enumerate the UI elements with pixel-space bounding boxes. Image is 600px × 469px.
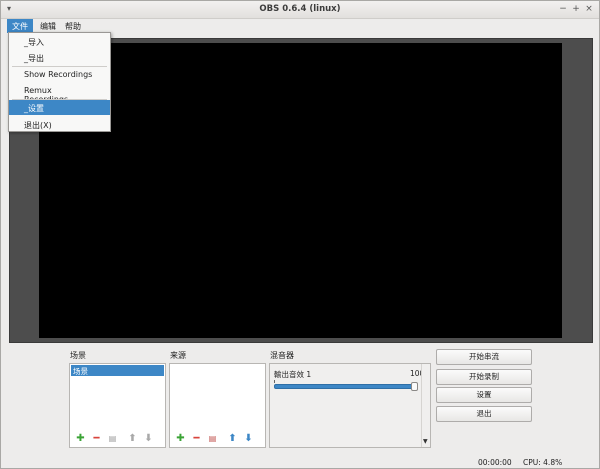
start-recording-button[interactable]: 开始录制 [436,369,532,385]
scene-move-up-icon[interactable]: ⬆ [127,433,138,444]
sources-label: 来源 [170,351,186,360]
status-cpu: CPU: 4.8% [523,458,563,467]
mixer-panel: 輸出音效 1 100 ▼ [269,363,431,448]
sources-panel: ✚ ━ ▤ ⬆ ⬇ [169,363,266,448]
scene-move-down-icon[interactable]: ⬇ [143,433,154,444]
add-scene-icon[interactable]: ✚ [75,433,86,444]
window-title: OBS 0.6.4 (linux) [259,4,341,14]
scroll-down-icon[interactable]: ▼ [423,438,428,445]
menu-item-show-recordings[interactable]: Show Recordings [9,67,110,82]
file-menu-dropdown: _导入 _导出 Show Recordings Remux Recordings… [8,32,111,132]
title-bar: ▾ OBS 0.6.4 (linux) − + × [1,1,599,19]
menu-edit[interactable]: 编辑 [35,19,61,33]
menu-item-import[interactable]: _导入 [9,34,110,49]
menu-item-settings[interactable]: _设置 [9,100,110,115]
menu-item-export[interactable]: _导出 [9,50,110,65]
add-source-icon[interactable]: ✚ [175,433,186,444]
obs-window: ▾ OBS 0.6.4 (linux) − + × 文件 编辑 帮助 _导入 _… [0,0,600,469]
mixer-scrollbar[interactable]: ▼ [421,364,430,447]
source-move-down-icon[interactable]: ⬇ [243,433,254,444]
settings-button[interactable]: 设置 [436,387,532,403]
minimize-button[interactable]: − [557,3,569,15]
preview-canvas[interactable] [39,43,562,338]
volume-slider-handle[interactable] [411,382,418,391]
source-move-up-icon[interactable]: ⬆ [227,433,238,444]
mixer-label: 混音器 [270,351,294,360]
exit-button[interactable]: 退出 [436,406,532,422]
scene-list-item[interactable]: 场景 [71,365,164,376]
status-time: 00:00:00 [478,458,512,467]
scene-properties-icon[interactable]: ▤ [107,433,118,444]
menu-item-exit[interactable]: 退出(X) [9,117,110,132]
start-streaming-button[interactable]: 开始串流 [436,349,532,365]
scenes-toolbar: ✚ ━ ▤ ⬆ ⬇ [70,433,165,447]
source-properties-icon[interactable]: ▤ [207,433,218,444]
menu-help[interactable]: 帮助 [60,19,86,33]
menu-file[interactable]: 文件 [7,19,33,33]
scenes-label: 场景 [70,351,86,360]
volume-tick [274,380,275,383]
menu-item-remux-recordings[interactable]: Remux Recordings [9,83,110,104]
remove-scene-icon[interactable]: ━ [91,433,102,444]
volume-slider-track[interactable] [274,384,416,389]
menu-bar: 文件 编辑 帮助 [1,19,599,33]
remove-source-icon[interactable]: ━ [191,433,202,444]
close-button[interactable]: × [583,3,595,15]
maximize-button[interactable]: + [570,3,582,15]
scenes-panel: 场景 ✚ ━ ▤ ⬆ ⬇ [69,363,166,448]
sources-toolbar: ✚ ━ ▤ ⬆ ⬇ [170,433,265,447]
mixer-channel-name: 輸出音效 1 [274,370,312,379]
